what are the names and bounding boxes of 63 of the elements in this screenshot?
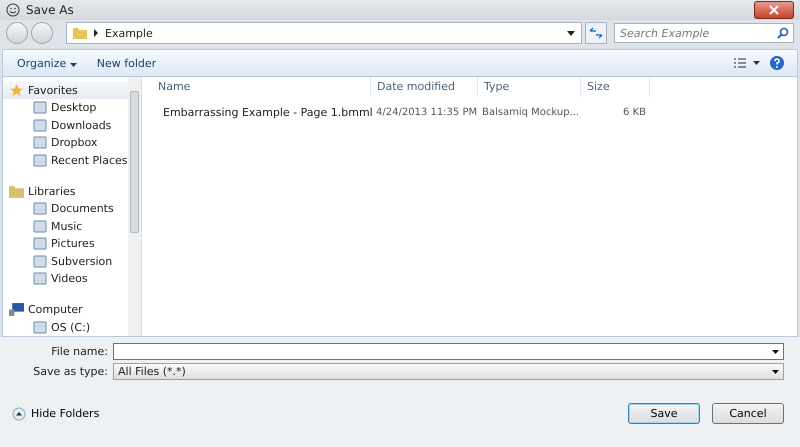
cancel-button[interactable]: Cancel (712, 403, 784, 424)
sidebar-item[interactable]: Pictures (3, 235, 128, 252)
sidebar-item[interactable]: Subversion (3, 252, 128, 270)
date-cell-text: 4/24/2013 11:35 PM (375, 106, 476, 118)
sidebar-group[interactable]: Computer (3, 300, 128, 318)
sidebar-item[interactable]: Dropbox (3, 134, 128, 152)
item-icon (33, 118, 47, 132)
caret-icon (70, 62, 77, 66)
scrollbar[interactable] (128, 77, 141, 336)
file-name-cell[interactable]: Embarrassing Example - Page 1.bmml (152, 105, 370, 119)
column-header[interactable]: Type (478, 77, 581, 97)
search-field[interactable]: Search Example (614, 23, 794, 43)
refresh-icon (589, 27, 603, 39)
file-name-label: File name: (50, 345, 108, 358)
dropdown-icon[interactable] (567, 30, 575, 36)
new-folder-button[interactable]: New folder (90, 54, 162, 72)
computer-icon (9, 303, 24, 316)
save-button[interactable]: Save (628, 403, 700, 424)
sidebar-item[interactable]: Downloads (3, 116, 128, 134)
type-cell-text: Balsamiq Mockup... (481, 106, 578, 118)
help-icon[interactable] (769, 55, 785, 71)
save-type-dropdown[interactable]: All Files (*.*) (113, 363, 784, 380)
item-icon (33, 202, 47, 216)
item-icon (33, 220, 47, 233)
close-button[interactable] (754, 1, 794, 19)
organize-button[interactable]: Organize (11, 54, 83, 72)
caret-icon (772, 370, 779, 374)
save-type-label: Save as type: (32, 365, 108, 378)
file-name-field[interactable] (113, 343, 784, 360)
sidebar-item[interactable]: OS (C:) (3, 318, 128, 336)
breadcrumb[interactable]: Example (105, 26, 153, 40)
refresh-button[interactable] (585, 22, 607, 44)
chevron-icon (93, 29, 99, 37)
item-icon (33, 320, 47, 334)
sidebar-item[interactable]: Videos (3, 270, 128, 288)
view-options-icon[interactable] (733, 57, 761, 69)
sidebar-group[interactable]: Libraries (3, 182, 128, 200)
column-header[interactable]: Date modified (371, 77, 478, 97)
item-icon (33, 136, 47, 150)
folder-icon (9, 184, 24, 198)
search-icon (777, 27, 789, 39)
star-icon (9, 82, 24, 98)
column-header[interactable]: Name (152, 77, 371, 97)
hide-folders-button[interactable]: Hide Folders (8, 406, 104, 420)
folder-icon (73, 27, 87, 39)
size-cell-text: 6 KB (622, 106, 647, 118)
sidebar-item[interactable]: Desktop (3, 99, 128, 116)
item-icon (33, 154, 47, 167)
caret-icon[interactable] (772, 350, 779, 354)
window-title: Save As (26, 3, 74, 17)
item-icon (33, 101, 47, 114)
sidebar-item[interactable]: Documents (3, 200, 128, 218)
sidebar-item[interactable]: Music (3, 218, 128, 235)
item-icon (33, 272, 47, 286)
item-icon (33, 237, 47, 250)
smiley-icon (6, 3, 20, 17)
sidebar-item[interactable]: Recent Places (3, 152, 128, 169)
column-header[interactable]: Size (581, 77, 650, 97)
close-icon (769, 5, 779, 15)
collapse-icon (12, 406, 26, 420)
sidebar-group[interactable]: Favorites (3, 81, 128, 99)
address-bar[interactable]: Example (66, 22, 582, 44)
item-icon (33, 254, 47, 268)
